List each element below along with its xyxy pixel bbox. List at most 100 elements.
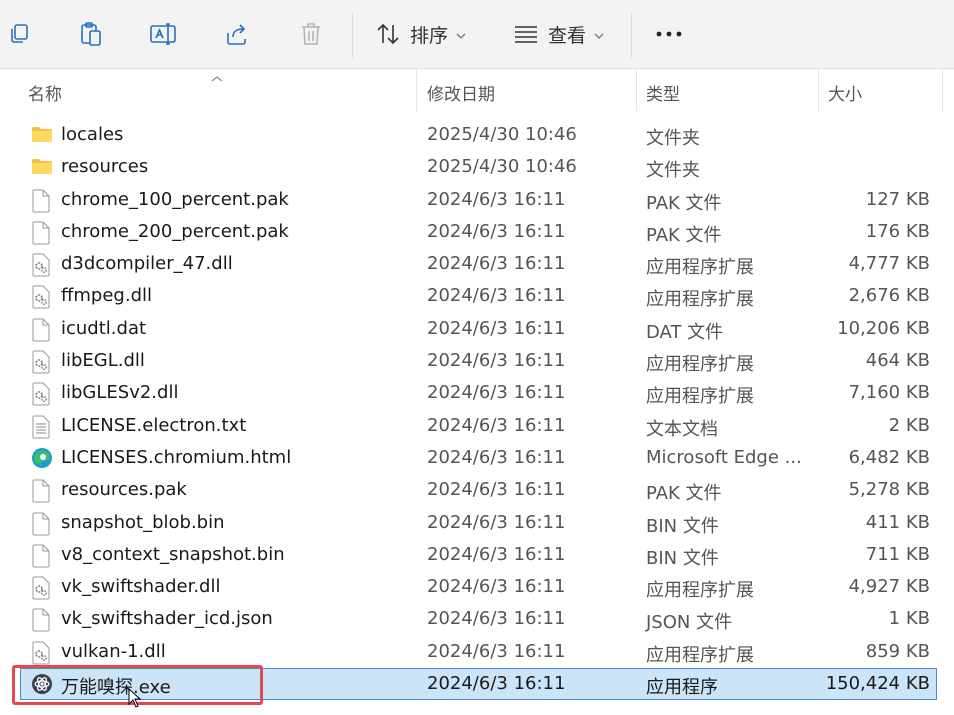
file-date: 2024/6/3 16:11 bbox=[427, 317, 566, 339]
paste-icon bbox=[77, 20, 105, 48]
file-row[interactable]: vk_swiftshader_icd.json 2024/6/3 16:11 JSO… bbox=[0, 603, 954, 635]
file-name: v8_context_snapshot.bin bbox=[61, 543, 285, 565]
view-button[interactable]: 查看 bbox=[512, 12, 604, 56]
file-row[interactable]: vulkan-1.dll 2024/6/3 16:11 应用程序扩展 859 KB bbox=[0, 636, 954, 668]
paste-button[interactable] bbox=[77, 12, 105, 56]
file-name: chrome_200_percent.pak bbox=[61, 220, 289, 242]
column-divider[interactable] bbox=[818, 69, 819, 111]
column-header-type[interactable]: 类型 bbox=[646, 80, 680, 105]
file-name: icudtl.dat bbox=[61, 317, 147, 339]
file-date: 2024/6/3 16:11 bbox=[427, 543, 566, 565]
file-name: vk_swiftshader.dll bbox=[61, 576, 221, 598]
dll-icon bbox=[31, 576, 53, 600]
edge-icon bbox=[31, 447, 53, 469]
file-row[interactable]: vk_swiftshader.dll 2024/6/3 16:11 应用程序扩展 4,… bbox=[0, 571, 954, 603]
sort-icon bbox=[374, 20, 402, 48]
file-row[interactable]: chrome_200_percent.pak 2024/6/3 16:11 PAK … bbox=[0, 216, 954, 248]
file-row[interactable]: v8_context_snapshot.bin 2024/6/3 16:11 BIN… bbox=[0, 539, 954, 571]
file-row[interactable]: icudtl.dat 2024/6/3 16:11 DAT 文件 10,206 KB bbox=[0, 313, 954, 345]
column-header-name[interactable]: 名称 bbox=[28, 80, 62, 105]
column-header-size[interactable]: 大小 bbox=[828, 80, 862, 105]
file-date: 2024/6/3 16:11 bbox=[427, 350, 566, 372]
file-type: 应用程序扩展 bbox=[646, 354, 754, 376]
file-date: 2024/6/3 16:11 bbox=[427, 608, 566, 630]
file-size: 4,777 KB bbox=[848, 253, 930, 275]
file-icon bbox=[31, 544, 53, 568]
file-row[interactable]: resources.pak 2024/6/3 16:11 PAK 文件 5,278 K… bbox=[0, 474, 954, 506]
file-icon bbox=[31, 221, 53, 245]
toolbar-divider bbox=[352, 12, 353, 58]
delete-button[interactable] bbox=[297, 12, 325, 56]
file-row[interactable]: libGLESv2.dll 2024/6/3 16:11 应用程序扩展 7,160 K… bbox=[0, 377, 954, 409]
column-divider[interactable] bbox=[942, 69, 943, 111]
file-row[interactable]: LICENSES.chromium.html 2024/6/3 16:11 Micr… bbox=[0, 442, 954, 474]
file-name: resources.pak bbox=[61, 479, 187, 501]
file-date: 2024/6/3 16:11 bbox=[427, 511, 566, 533]
file-date: 2025/4/30 10:46 bbox=[427, 124, 577, 145]
file-type: BIN 文件 bbox=[646, 547, 719, 569]
file-type: 应用程序扩展 bbox=[646, 580, 754, 602]
file-row[interactable]: snapshot_blob.bin 2024/6/3 16:11 BIN 文件 411… bbox=[0, 507, 954, 539]
file-name: ffmpeg.dll bbox=[61, 285, 153, 307]
file-date: 2024/6/3 16:11 bbox=[427, 640, 566, 662]
file-row[interactable]: ffmpeg.dll 2024/6/3 16:11 应用程序扩展 2,676 KB bbox=[0, 280, 954, 312]
file-size: 176 KB bbox=[865, 220, 930, 242]
file-date: 2024/6/3 16:11 bbox=[427, 220, 566, 242]
file-type: 文件夹 bbox=[646, 160, 700, 182]
file-date: 2024/6/3 16:11 bbox=[427, 382, 566, 404]
file-type: 应用程序扩展 bbox=[646, 257, 754, 279]
file-row[interactable]: resources 2025/4/30 10:46 文件夹 bbox=[0, 151, 954, 183]
file-date: 2024/6/3 16:11 bbox=[427, 576, 566, 598]
file-icon bbox=[31, 608, 53, 632]
file-type: DAT 文件 bbox=[646, 321, 724, 343]
file-date: 2024/6/3 16:11 bbox=[427, 414, 566, 436]
dll-icon bbox=[31, 253, 53, 277]
view-list-icon bbox=[512, 20, 540, 48]
dll-icon bbox=[31, 285, 53, 309]
file-name: LICENSE.electron.txt bbox=[61, 414, 247, 436]
file-size: 150,424 KB bbox=[825, 673, 930, 695]
mouse-cursor-icon bbox=[128, 687, 142, 712]
file-name: d3dcompiler_47.dll bbox=[61, 253, 233, 275]
file-row[interactable]: d3dcompiler_47.dll 2024/6/3 16:11 应用程序扩展 4,… bbox=[0, 248, 954, 280]
share-button[interactable] bbox=[223, 12, 251, 56]
file-type: 应用程序扩展 bbox=[646, 386, 754, 408]
file-size: 859 KB bbox=[865, 640, 930, 662]
file-size: 127 KB bbox=[865, 188, 930, 210]
column-header-row: 名称 修改日期 类型 大小 bbox=[0, 69, 954, 111]
file-row[interactable]: locales 2025/4/30 10:46 文件夹 bbox=[0, 119, 954, 151]
file-date: 2024/6/3 16:11 bbox=[427, 285, 566, 307]
file-name: LICENSES.chromium.html bbox=[61, 446, 292, 468]
column-header-date[interactable]: 修改日期 bbox=[427, 80, 495, 105]
command-bar: 排序 查看 bbox=[0, 0, 954, 69]
file-size: 411 KB bbox=[865, 511, 930, 533]
copy-button[interactable] bbox=[5, 12, 33, 56]
file-type: 应用程序 bbox=[646, 677, 718, 699]
more-options-button[interactable] bbox=[655, 12, 683, 56]
file-type: PAK 文件 bbox=[646, 224, 722, 246]
file-row[interactable]: chrome_100_percent.pak 2024/6/3 16:11 PAK … bbox=[0, 184, 954, 216]
sort-button[interactable]: 排序 bbox=[374, 12, 466, 56]
file-size: 2,676 KB bbox=[848, 285, 930, 307]
file-size: 10,206 KB bbox=[837, 317, 930, 339]
file-size: 4,927 KB bbox=[848, 576, 930, 598]
dll-icon bbox=[31, 641, 53, 665]
column-divider[interactable] bbox=[636, 69, 637, 111]
file-date: 2024/6/3 16:11 bbox=[427, 479, 566, 501]
file-name: libEGL.dll bbox=[61, 350, 145, 372]
file-name: vulkan-1.dll bbox=[61, 640, 166, 662]
rename-button[interactable] bbox=[149, 12, 177, 56]
file-icon bbox=[31, 512, 53, 536]
dll-icon bbox=[31, 350, 53, 374]
file-name: vk_swiftshader_icd.json bbox=[61, 608, 273, 630]
file-type: 文件夹 bbox=[646, 128, 700, 149]
copy-icon bbox=[5, 20, 33, 48]
file-name: resources bbox=[61, 156, 149, 178]
trash-icon bbox=[297, 20, 325, 48]
file-size: 464 KB bbox=[865, 350, 930, 372]
file-row[interactable]: libEGL.dll 2024/6/3 16:11 应用程序扩展 464 KB bbox=[0, 345, 954, 377]
dll-icon bbox=[31, 382, 53, 406]
column-divider[interactable] bbox=[416, 69, 417, 111]
file-row[interactable]: LICENSE.electron.txt 2024/6/3 16:11 文本文档 2 … bbox=[0, 410, 954, 442]
folder-icon bbox=[31, 156, 53, 178]
